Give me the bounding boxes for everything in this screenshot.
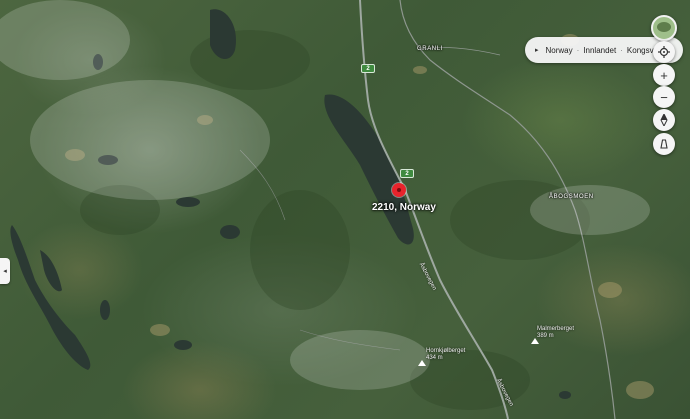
locate-icon [658, 46, 670, 58]
route-shield: 2 [361, 64, 375, 73]
breadcrumb-separator: · [576, 45, 580, 55]
layers-globe-button[interactable] [651, 15, 677, 41]
compass-button[interactable] [653, 109, 675, 131]
chevron-left-icon: ◂ [3, 268, 7, 275]
place-label-abogsmoen: ÅBOGSMOEN [549, 194, 594, 200]
peak-elevation: 389 m [537, 333, 554, 339]
breadcrumb-item-country[interactable]: Norway [546, 46, 573, 55]
zoom-out-button[interactable]: − [653, 86, 675, 108]
peak-label-malmerberget: Malmerberget 389 m [537, 326, 574, 340]
peak-name: Malmerberget [537, 326, 575, 332]
place-label-granli: GRANLI [417, 46, 443, 52]
side-panel-toggle[interactable]: ◂ [0, 258, 10, 284]
breadcrumb-item-region[interactable]: Innlandet [583, 46, 616, 55]
peak-name: Hornkjølberget [426, 348, 466, 354]
tilt-button[interactable] [653, 133, 675, 155]
peak-elevation: 434 m [426, 355, 443, 361]
zoom-in-button[interactable]: + [653, 64, 675, 86]
location-pin-icon[interactable] [392, 183, 406, 197]
pin-label: 2210, Norway [372, 202, 436, 213]
locate-button[interactable] [653, 41, 675, 63]
route-shield: 2 [400, 169, 414, 178]
peak-label-hornkjolberget: Hornkjølberget 434 m [426, 348, 465, 362]
breadcrumb-separator: · [620, 45, 623, 55]
peak-icon [418, 360, 426, 366]
caret-right-icon[interactable]: ▸ [535, 46, 539, 54]
compass-icon [660, 114, 668, 126]
tilt-icon [660, 139, 668, 149]
